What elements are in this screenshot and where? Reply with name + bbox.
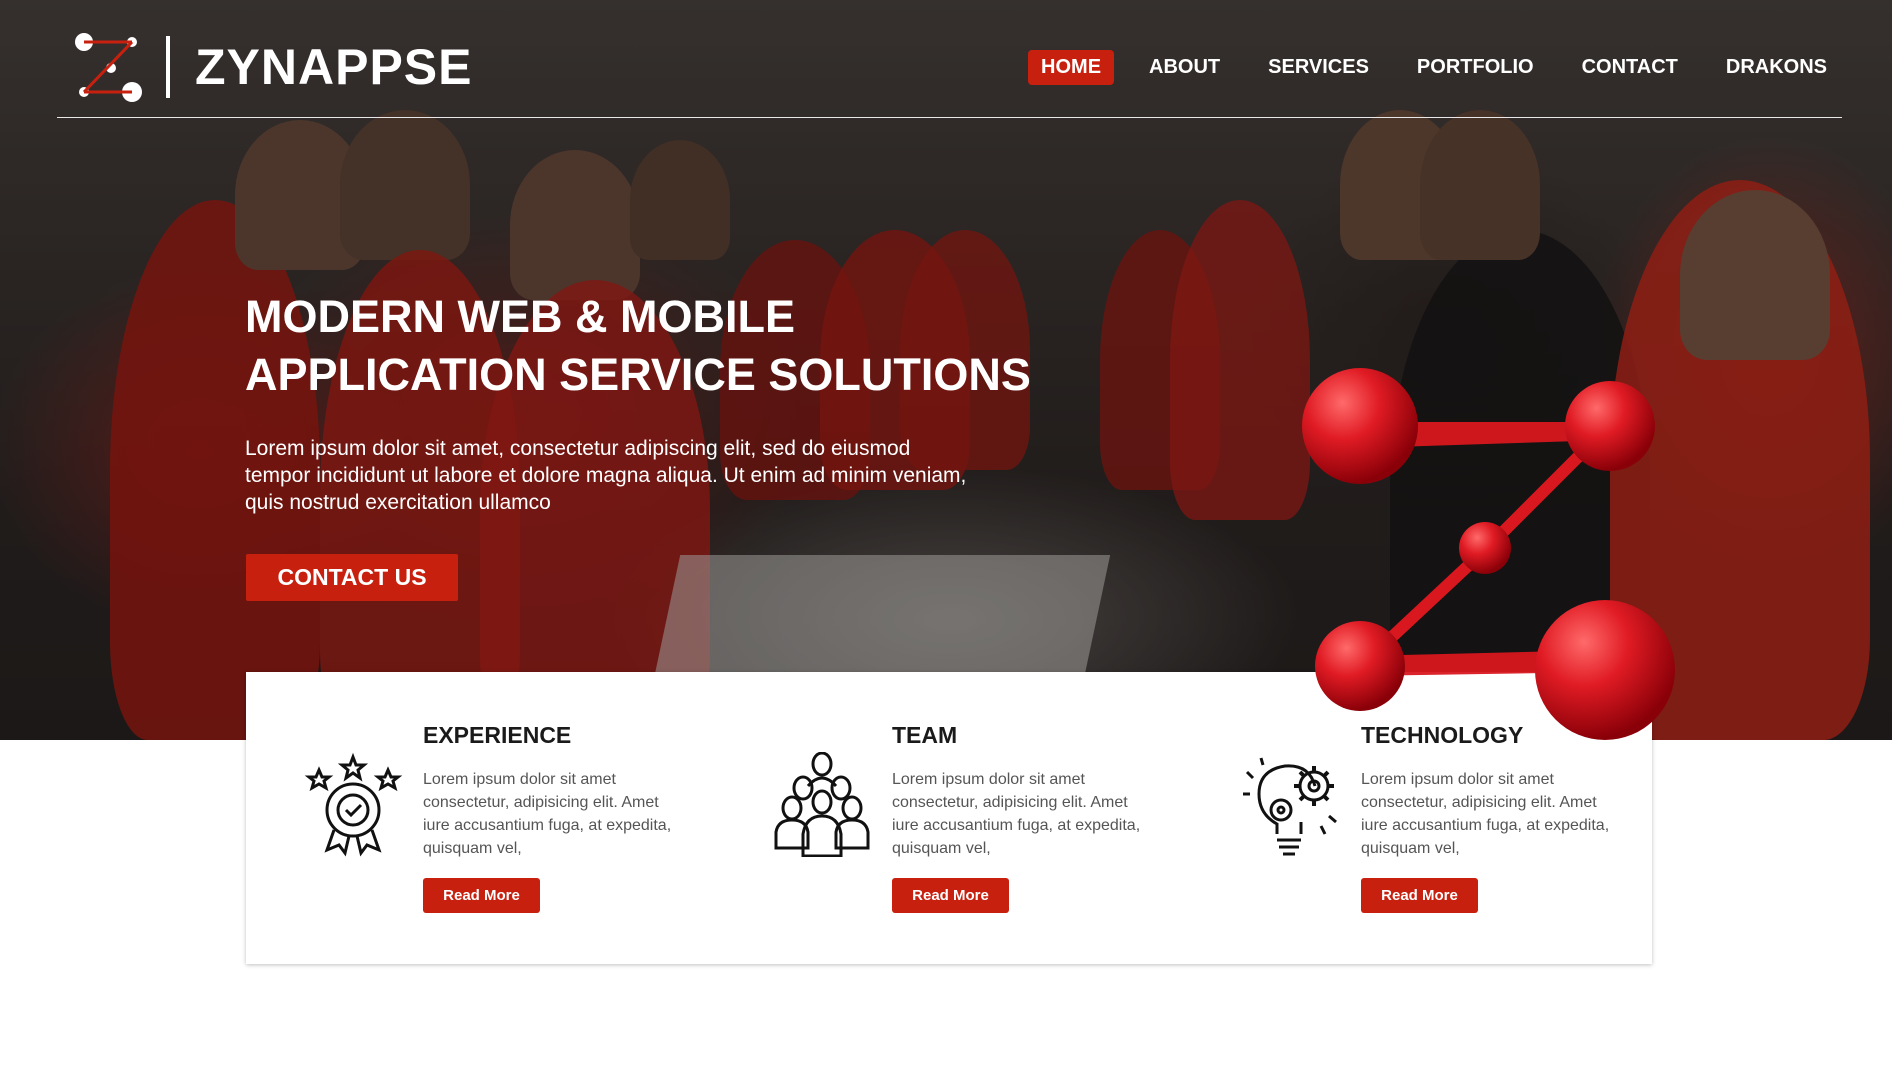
brand-name[interactable]: ZYNAPPSE bbox=[195, 38, 473, 96]
nav-divider-line bbox=[57, 117, 1842, 118]
lightbulb-gear-icon bbox=[1243, 757, 1337, 856]
nav-about[interactable]: ABOUT bbox=[1136, 50, 1233, 85]
team-group-icon bbox=[774, 752, 870, 857]
award-medal-icon bbox=[304, 752, 403, 857]
nav-contact[interactable]: CONTACT bbox=[1569, 50, 1691, 85]
feature-text: Lorem ipsum dolor sit amet consectetur, … bbox=[423, 771, 672, 857]
feature-team: TEAM Lorem ipsum dolor sit amet consecte… bbox=[715, 672, 1140, 964]
nav-services[interactable]: SERVICES bbox=[1255, 50, 1382, 85]
nav-home[interactable]: HOME bbox=[1028, 50, 1115, 85]
molecule-decoration-icon bbox=[1302, 368, 1675, 740]
hero-description: Lorem ipsum dolor sit amet, consectetur … bbox=[245, 437, 967, 514]
feature-text: Lorem ipsum dolor sit amet consectetur, … bbox=[892, 771, 1141, 857]
nav-portfolio[interactable]: PORTFOLIO bbox=[1404, 50, 1547, 85]
read-more-button[interactable]: Read More bbox=[1361, 878, 1478, 913]
feature-text: Lorem ipsum dolor sit amet consectetur, … bbox=[1361, 771, 1610, 857]
brand-logo-icon[interactable] bbox=[74, 32, 146, 102]
read-more-button[interactable]: Read More bbox=[892, 878, 1009, 913]
hero-title-line1: MODERN WEB & MOBILE bbox=[245, 291, 795, 342]
contact-us-button[interactable]: CONTACT US bbox=[246, 554, 458, 601]
logo-divider bbox=[166, 36, 170, 98]
top-navigation: ZYNAPPSE HOME ABOUT SERVICES PORTFOLIO C… bbox=[0, 0, 1892, 120]
feature-title: TEAM bbox=[892, 722, 958, 748]
hero-title: MODERN WEB & MOBILE APPLICATION SERVICE … bbox=[245, 288, 1145, 404]
read-more-button[interactable]: Read More bbox=[423, 878, 540, 913]
main-menu: HOME ABOUT SERVICES PORTFOLIO CONTACT DR… bbox=[1006, 50, 1840, 85]
hero-title-line2: APPLICATION SERVICE SOLUTIONS bbox=[245, 349, 1031, 400]
feature-title: EXPERIENCE bbox=[423, 722, 572, 748]
feature-experience: EXPERIENCE Lorem ipsum dolor sit amet co… bbox=[246, 672, 671, 964]
nav-drakons[interactable]: DRAKONS bbox=[1713, 50, 1840, 85]
